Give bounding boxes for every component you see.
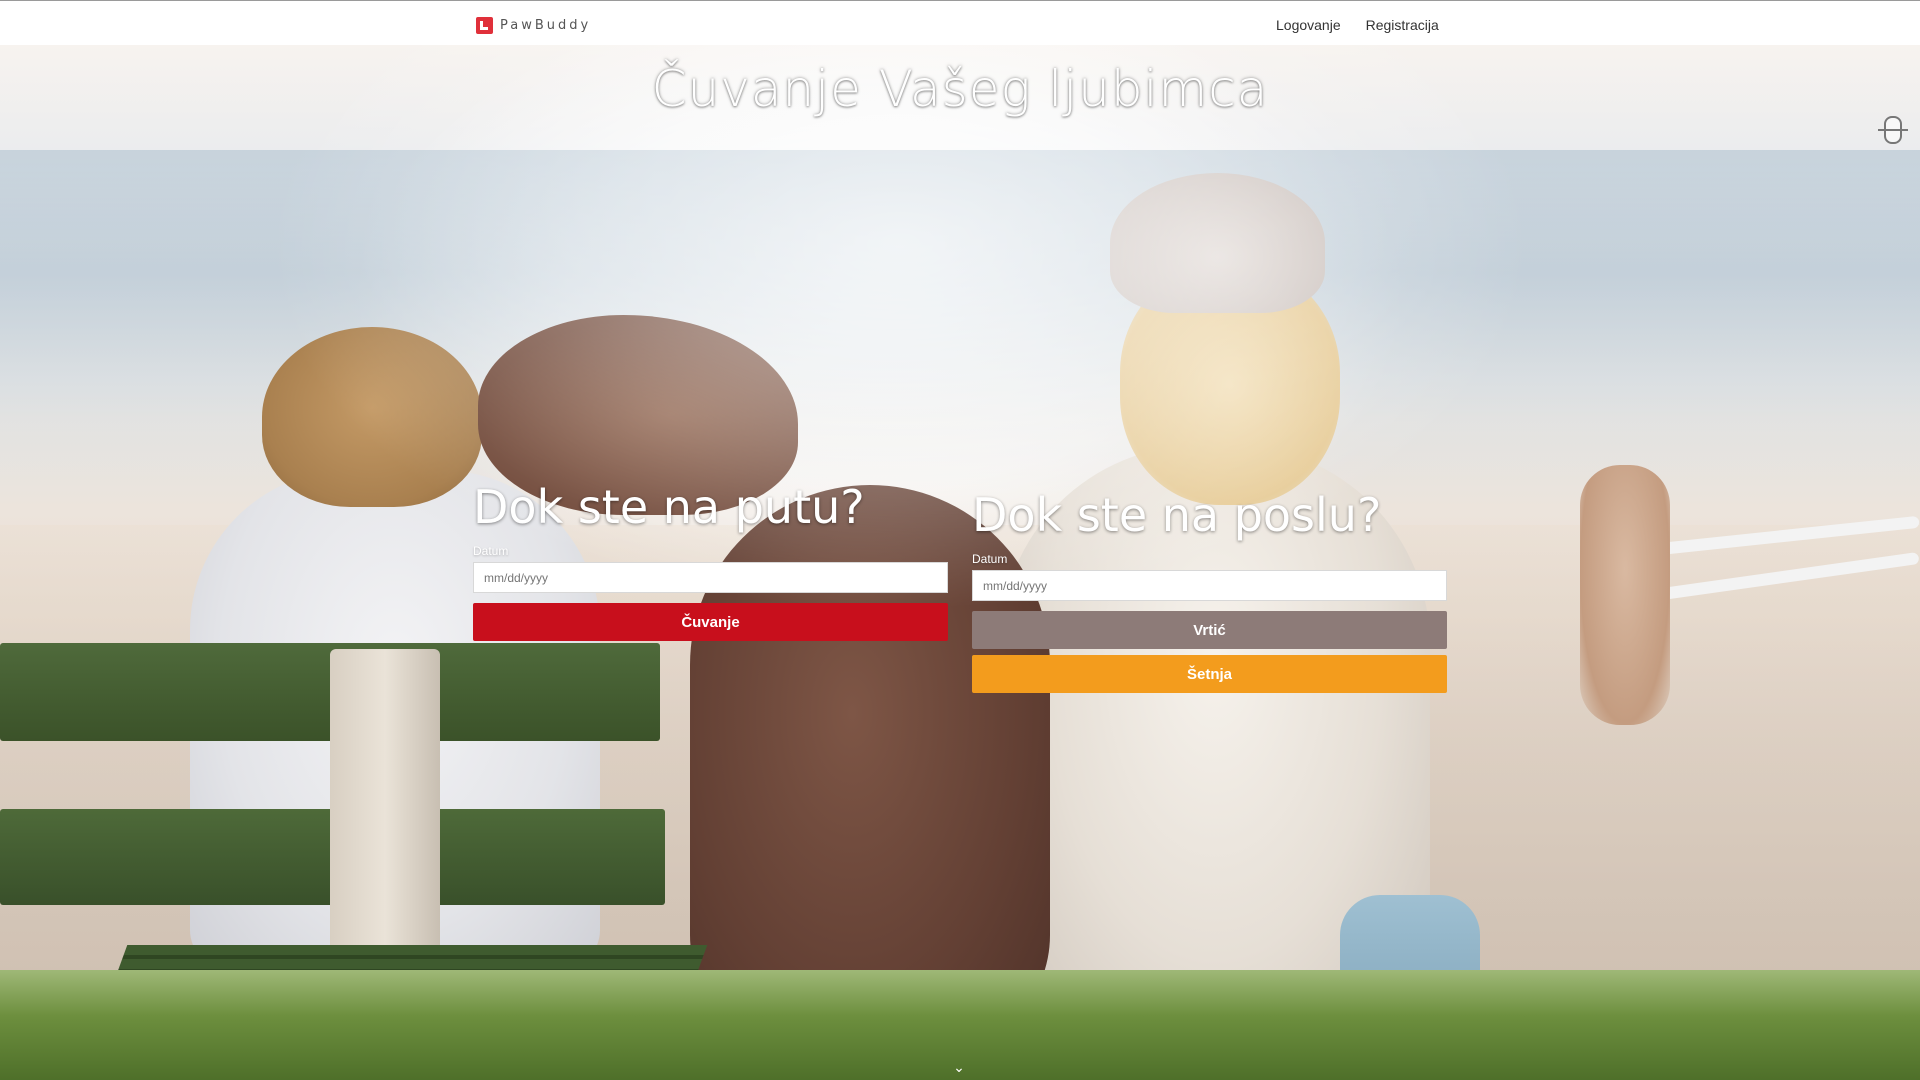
work-date-input[interactable] [972, 570, 1447, 601]
nav-links: Logovanje Registracija [1276, 17, 1439, 33]
work-panel: Dok ste na poslu? Datum Vrtić Šetnja [972, 484, 1447, 693]
work-heading: Dok ste na poslu? [972, 488, 1382, 542]
brand-name: PawBuddy [500, 17, 592, 33]
travel-date-label: Datum [473, 544, 509, 558]
nav-login-link[interactable]: Logovanje [1276, 17, 1341, 33]
top-navbar: PawBuddy Logovanje Registracija [0, 0, 1920, 45]
travel-heading: Dok ste na putu? [473, 480, 865, 534]
brand[interactable]: PawBuddy [476, 16, 591, 34]
setnja-button[interactable]: Šetnja [972, 655, 1447, 693]
cuvanje-button[interactable]: Čuvanje [473, 603, 948, 641]
chevron-down-icon[interactable]: ⌄ [951, 1060, 967, 1074]
travel-date-input[interactable] [473, 562, 948, 593]
hero-title: Čuvanje Vašeg ljubimca [651, 60, 1269, 118]
hero-bg-haze [0, 45, 1920, 1080]
vrtic-button[interactable]: Vrtić [972, 611, 1447, 649]
hero-section [0, 45, 1920, 1080]
nav-register-link[interactable]: Registracija [1366, 17, 1439, 33]
work-date-label: Datum [972, 552, 1008, 566]
travel-panel: Dok ste na putu? Datum Čuvanje [473, 476, 948, 641]
move-handle-icon[interactable] [1878, 116, 1908, 144]
pawbuddy-logo-icon [476, 16, 493, 34]
